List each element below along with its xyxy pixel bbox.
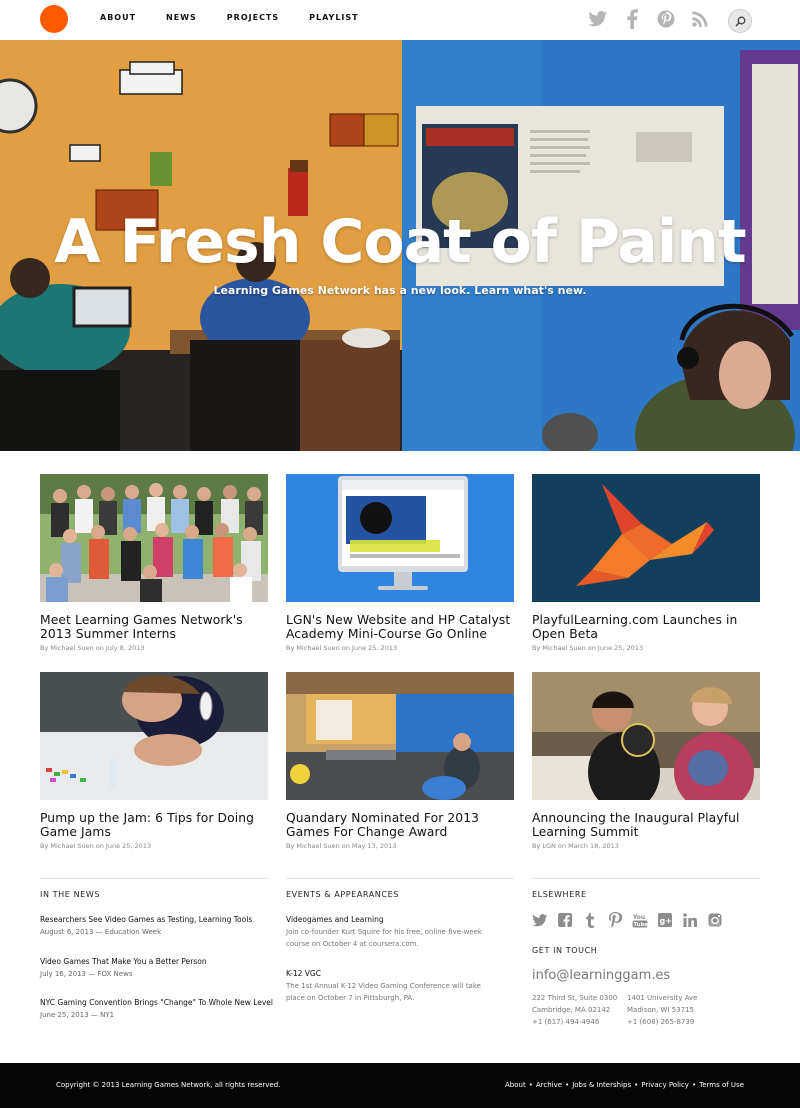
event-description: Join co-founder Kurt Squire for his free…: [286, 928, 482, 948]
post-meta: By Michael Suen on May 13, 2013: [286, 842, 397, 850]
post-meta: By Michael Suen on June 25, 2013: [532, 644, 644, 652]
search-icon: [734, 16, 745, 27]
post-thumbnail[interactable]: [286, 672, 514, 800]
post-thumbnail[interactable]: [40, 474, 268, 602]
news-item-meta: June 25, 2013 — NY1: [40, 1011, 115, 1019]
facebook-icon[interactable]: [622, 8, 642, 30]
news-item-title[interactable]: Video Games That Make You a Better Perso…: [40, 957, 207, 966]
separator-dot: •: [634, 1081, 639, 1089]
divider: [286, 878, 514, 879]
youtube-icon[interactable]: You Tube: [632, 912, 648, 928]
facebook-icon[interactable]: [557, 912, 573, 928]
footer-social-links: You Tube g+: [532, 912, 723, 928]
address-line: 222 Third St, Suite 0300: [532, 994, 618, 1002]
get-in-touch-heading: GET IN TOUCH: [532, 946, 598, 955]
hero-subtitle: Learning Games Network has a new look. L…: [213, 284, 587, 297]
post-meta: By LGN on March 18, 2013: [532, 842, 619, 850]
event-description: The 1st Annual K-12 Video Gaming Confere…: [286, 982, 481, 1002]
address-line: 1401 University Ave: [627, 994, 698, 1002]
in-the-news-heading: IN THE NEWS: [40, 890, 101, 899]
post-title[interactable]: Pump up the Jam: 6 Tips for Doing Game J…: [40, 811, 268, 839]
linkedin-icon[interactable]: [682, 912, 698, 928]
phone-number: +1 (617) 494-4946: [532, 1018, 600, 1026]
post-meta: By Michael Suen on July 8, 2013: [40, 644, 145, 652]
post-card[interactable]: LGN's New Website and HP Catalyst Academ…: [286, 474, 514, 652]
hero-title: A Fresh Coat of Paint: [54, 207, 746, 277]
footer-link-privacy[interactable]: Privacy Policy: [641, 1081, 689, 1089]
post-title[interactable]: LGN's New Website and HP Catalyst Academ…: [286, 613, 514, 641]
tumblr-icon[interactable]: [582, 912, 598, 928]
post-card[interactable]: Pump up the Jam: 6 Tips for Doing Game J…: [40, 672, 268, 850]
site-footer: Copyright © 2013 Learning Games Network,…: [0, 1063, 800, 1108]
footer-link-terms[interactable]: Terms of Use: [699, 1081, 744, 1089]
search-button[interactable]: [728, 9, 752, 33]
post-thumbnail[interactable]: [532, 672, 760, 800]
post-title[interactable]: PlayfulLearning.com Launches in Open Bet…: [532, 613, 760, 641]
events-heading: EVENTS & APPEARANCES: [286, 890, 399, 899]
post-meta: By Michael Suen on June 25, 2013: [286, 644, 398, 652]
footer-link-archive[interactable]: Archive: [536, 1081, 562, 1089]
phone-number: +1 (608) 265-8739: [627, 1018, 695, 1026]
svg-text:Tube: Tube: [634, 922, 649, 928]
svg-text:You: You: [632, 914, 645, 921]
top-navigation-bar: ABOUT NEWS PROJECTS PLAYLIST: [0, 0, 800, 40]
event-title[interactable]: K-12 VGC: [286, 969, 321, 978]
svg-text:g+: g+: [660, 917, 672, 926]
header-social-links: [588, 8, 710, 30]
googleplus-icon[interactable]: g+: [657, 912, 673, 928]
post-title[interactable]: Meet Learning Games Network's 2013 Summe…: [40, 613, 268, 641]
separator-dot: •: [528, 1081, 533, 1089]
nav-projects[interactable]: PROJECTS: [227, 13, 279, 22]
address-line: Madison, WI 53715: [627, 1006, 695, 1014]
separator-dot: •: [691, 1081, 697, 1089]
rss-icon[interactable]: [690, 8, 710, 30]
nav-playlist[interactable]: PLAYLIST: [309, 13, 358, 22]
elsewhere-heading: ELSEWHERE: [532, 890, 587, 899]
hero-banner[interactable]: A Fresh Coat of Paint Learning Games Net…: [0, 40, 800, 451]
instagram-icon[interactable]: [707, 912, 723, 928]
footer-link-about[interactable]: About: [505, 1081, 526, 1089]
news-item-meta: July 16, 2013 — FOX News: [40, 970, 133, 978]
post-thumbnail[interactable]: [286, 474, 514, 602]
contact-email-link[interactable]: info@learninggam.es: [532, 968, 670, 983]
post-thumbnail[interactable]: [40, 672, 268, 800]
divider: [40, 878, 268, 879]
post-thumbnail[interactable]: [532, 474, 760, 602]
main-nav: ABOUT NEWS PROJECTS PLAYLIST: [100, 13, 389, 22]
post-card[interactable]: Meet Learning Games Network's 2013 Summe…: [40, 474, 268, 652]
nav-about[interactable]: ABOUT: [100, 13, 136, 22]
post-title[interactable]: Quandary Nominated For 2013 Games For Ch…: [286, 811, 514, 839]
nav-news[interactable]: NEWS: [166, 13, 197, 22]
news-item-meta: August 6, 2013 — Education Week: [40, 928, 162, 936]
copyright-text: Copyright © 2013 Learning Games Network,…: [56, 1081, 281, 1089]
post-card[interactable]: Quandary Nominated For 2013 Games For Ch…: [286, 672, 514, 850]
divider: [532, 878, 760, 879]
news-item-title[interactable]: Researchers See Video Games as Testing, …: [40, 915, 252, 924]
post-meta: By Michael Suen on June 25, 2013: [40, 842, 152, 850]
pinterest-icon[interactable]: [607, 912, 623, 928]
address-madison: 1401 University Ave Madison, WI 53715 +1…: [627, 992, 697, 1028]
twitter-icon[interactable]: [532, 912, 548, 928]
separator-dot: •: [565, 1081, 570, 1089]
address-cambridge: 222 Third St, Suite 0300 Cambridge, MA 0…: [532, 992, 617, 1028]
event-title[interactable]: Videogames and Learning: [286, 915, 384, 924]
post-card[interactable]: Announcing the Inaugural Playful Learnin…: [532, 672, 760, 850]
news-item-title[interactable]: NYC Gaming Convention Brings "Change" To…: [40, 998, 273, 1007]
address-line: Cambridge, MA 02142: [532, 1006, 611, 1014]
lgn-logo[interactable]: [40, 5, 68, 33]
footer-link-jobs[interactable]: Jobs & Interships: [572, 1081, 631, 1089]
post-card[interactable]: PlayfulLearning.com Launches in Open Bet…: [532, 474, 760, 652]
twitter-icon[interactable]: [588, 8, 608, 30]
footer-links: About • Archive • Jobs & Interships • Pr…: [505, 1081, 744, 1089]
pinterest-icon[interactable]: [656, 8, 676, 30]
post-title[interactable]: Announcing the Inaugural Playful Learnin…: [532, 811, 760, 839]
